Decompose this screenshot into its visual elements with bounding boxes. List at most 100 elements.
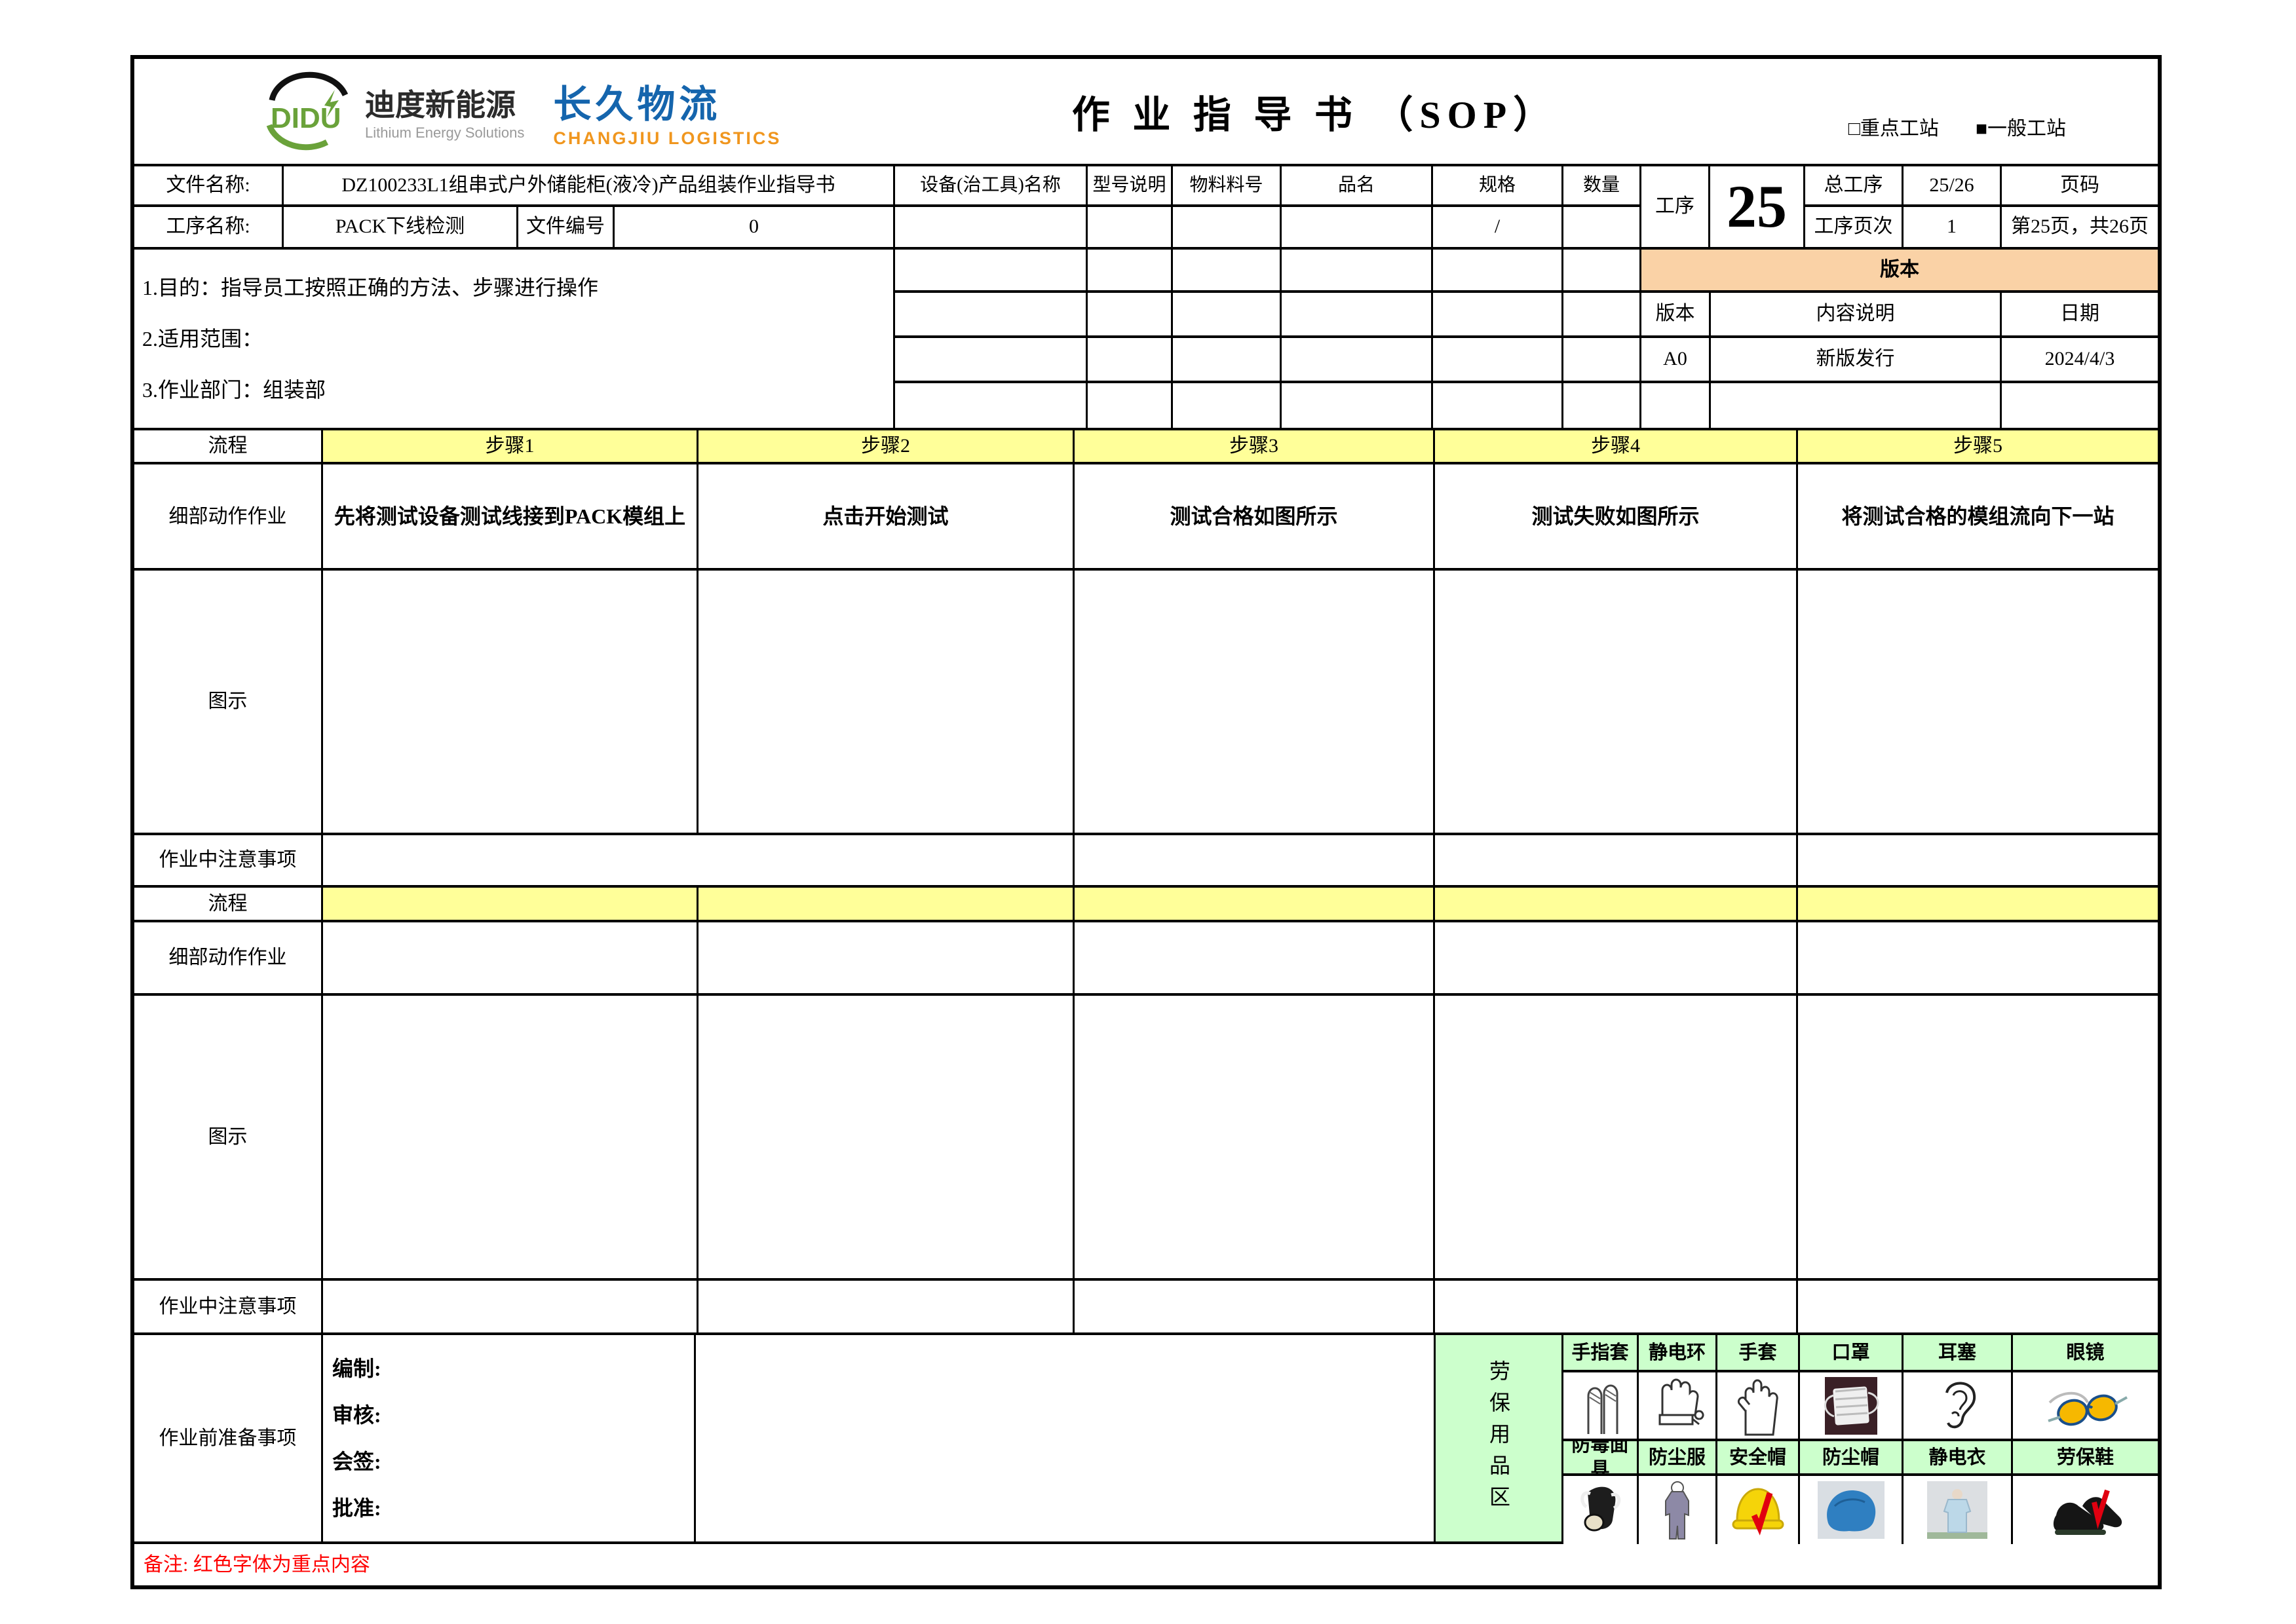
step-header-cell	[698, 888, 1075, 922]
step-3-header: 步骤3	[1075, 430, 1435, 465]
approved-by-label: 批准:	[332, 1495, 381, 1521]
ppe-header: 眼镜	[2013, 1335, 2158, 1372]
grid-cell	[1088, 293, 1173, 338]
grid-cell	[895, 383, 1088, 430]
dust-cap-icon	[1815, 1480, 1887, 1540]
grid-cell	[1563, 250, 1641, 293]
caution-label: 作业中注意事项	[134, 835, 323, 888]
diagram-cell-step-3	[1075, 996, 1435, 1281]
version-date-col-header: 日期	[2002, 293, 2158, 338]
step-4-detail: 测试失败如图所示	[1435, 464, 1798, 571]
footer-note: 备注: 红色字体为重点内容	[134, 1544, 2158, 1585]
caution-cell	[1798, 1281, 2158, 1335]
caution-cell	[1435, 1281, 1798, 1335]
diagram-cell-step-5	[1798, 996, 2158, 1281]
doc-no-label: 文件编号	[518, 207, 615, 250]
grid-cell	[1563, 293, 1641, 338]
ear-plugs-icon	[1930, 1376, 1985, 1436]
detail-actions-label: 细部动作作业	[134, 464, 323, 571]
version-value: A0	[1641, 338, 1711, 383]
step-5-header: 步骤5	[1798, 430, 2158, 465]
ppe-icon-cell	[1639, 1372, 1717, 1441]
page-no-value: 第25页，共26页	[2002, 207, 2158, 250]
didu-logo: DIDU 迪度新能源 Lithium Energy Solutions	[259, 69, 524, 154]
ppe-header: 防尘服	[1639, 1441, 1717, 1476]
model-value	[1088, 207, 1173, 250]
step-header-cell	[1798, 888, 2158, 922]
detail-actions-label: 细部动作作业	[134, 922, 323, 996]
product-name-value	[1282, 207, 1433, 250]
grid-cell	[1173, 338, 1282, 383]
detail-cell	[698, 922, 1075, 996]
ppe-area-cell: 劳保用品区	[1436, 1335, 1563, 1544]
safety-glasses-icon	[2037, 1376, 2135, 1435]
grid-cell	[1282, 338, 1433, 383]
grid-cell	[1282, 293, 1433, 338]
page-title: 作 业 指 导 书 （SOP）	[781, 84, 1848, 139]
station-key-checkbox[interactable]: □重点工站	[1848, 112, 1939, 141]
sheet-header: DIDU 迪度新能源 Lithium Energy Solutions 长久物流…	[134, 59, 2158, 166]
didu-text-block: 迪度新能源 Lithium Energy Solutions	[365, 81, 524, 142]
ppe-area-label: 劳保用品区	[1485, 1360, 1512, 1517]
model-label: 型号说明	[1088, 166, 1173, 207]
ppe-header: 静电环	[1639, 1335, 1717, 1372]
diagram-cell-step-2	[698, 996, 1075, 1281]
process-page-seq-value: 1	[1904, 207, 2002, 250]
diagram-cell-step-4	[1435, 571, 1798, 835]
grid-cell	[1433, 293, 1563, 338]
grid-cell	[895, 338, 1088, 383]
diagram-cell-step-4	[1435, 996, 1798, 1281]
ppe-icon-cell	[1800, 1476, 1904, 1544]
detail-cell	[323, 922, 698, 996]
prep-section: 作业前准备事项 编制: 审核: 会签: 批准: 劳保用品区 手指套 静电环 手套…	[134, 1335, 2158, 1544]
diagram-cell-step-5	[1798, 571, 2158, 835]
changjiu-logo: 长久物流 CHANGJIU LOGISTICS	[553, 73, 781, 149]
file-name-label: 文件名称:	[134, 166, 284, 207]
version-value	[1641, 383, 1711, 430]
sop-table: DIDU 迪度新能源 Lithium Energy Solutions 长久物流…	[130, 55, 2162, 1589]
step-1-detail: 先将测试设备测试线接到PACK模组上	[323, 464, 698, 571]
caution-cell	[1435, 835, 1798, 888]
grid-cell	[1173, 383, 1282, 430]
process-name-label: 工序名称:	[134, 207, 284, 250]
dust-suit-icon	[1655, 1480, 1700, 1540]
step-2-detail: 点击开始测试	[698, 464, 1075, 571]
grid-cell	[1088, 250, 1173, 293]
ppe-header: 手套	[1717, 1335, 1800, 1372]
equipment-value	[895, 207, 1088, 250]
detail-cell	[1075, 922, 1435, 996]
reviewed-by-label: 审核:	[332, 1402, 381, 1428]
caution-cell	[1075, 835, 1435, 888]
caution-cell	[323, 1281, 698, 1335]
caution-cell	[1075, 1281, 1435, 1335]
diagram-label: 图示	[134, 571, 323, 835]
total-process-value: 25/26	[1904, 166, 2002, 207]
ppe-icon-cell	[1800, 1372, 1904, 1441]
step-3-detail: 测试合格如图所示	[1075, 464, 1435, 571]
grid-cell	[1433, 383, 1563, 430]
material-no-label: 物料料号	[1173, 166, 1282, 207]
ppe-header: 防尘帽	[1800, 1441, 1904, 1476]
station-type-options: □重点工站 ■一般工站	[1848, 112, 2066, 141]
process-seq-number: 25	[1710, 166, 1805, 250]
ppe-header: 劳保鞋	[2013, 1441, 2158, 1476]
diagram-row-1: 图示	[134, 571, 2158, 835]
didu-tagline: Lithium Energy Solutions	[365, 124, 524, 142]
detail-cell	[1435, 922, 1798, 996]
grid-cell	[1088, 383, 1173, 430]
countersign-label: 会签:	[332, 1448, 381, 1475]
gloves-icon	[1730, 1376, 1786, 1436]
gas-mask-icon	[1575, 1481, 1626, 1539]
process-page-seq-label: 工序页次	[1805, 207, 1904, 250]
grid-cell	[895, 293, 1088, 338]
station-general-checkbox[interactable]: ■一般工站	[1976, 112, 2066, 141]
grid-cell	[1173, 250, 1282, 293]
doc-no-value: 0	[615, 207, 895, 250]
doc-info-rows: 文件名称: 工序名称: DZ100233L1组串式户外储能柜(液冷)产品组装作业…	[134, 166, 2158, 250]
grid-cell	[1563, 383, 1641, 430]
prep-empty-cell	[696, 1335, 1436, 1544]
didu-mark-text: DIDU	[271, 102, 341, 134]
process-seq-label: 工序	[1641, 166, 1710, 250]
detail-cell	[1798, 922, 2158, 996]
ppe-header: 口罩	[1800, 1335, 1904, 1372]
